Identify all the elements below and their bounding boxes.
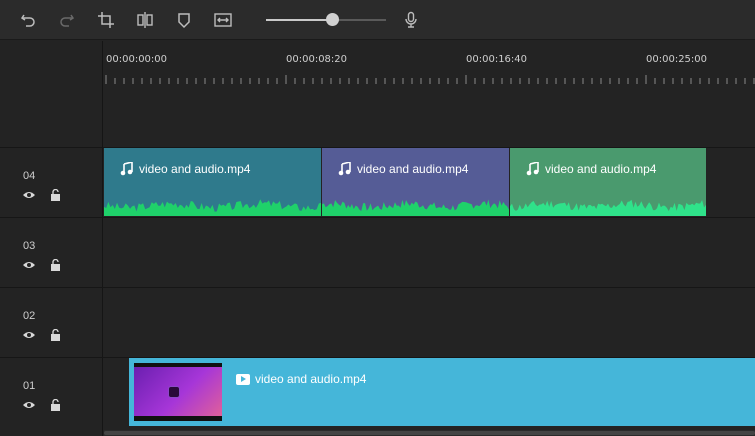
shield-icon — [178, 13, 190, 29]
row-divider — [0, 287, 755, 288]
mark-button[interactable] — [173, 9, 195, 31]
eye-icon[interactable] — [22, 190, 36, 200]
thumbnail-frame — [134, 367, 222, 416]
redo-icon — [60, 14, 75, 27]
zoom-slider-fill — [266, 19, 332, 21]
track-number: 03 — [23, 240, 36, 252]
eye-icon[interactable] — [22, 330, 36, 340]
app-logo-icon — [168, 386, 180, 398]
unlock-icon[interactable] — [50, 259, 61, 271]
clip-title: video and audio.mp4 — [338, 162, 468, 176]
track-header-02[interactable]: 02 — [0, 288, 103, 357]
music-note-icon — [526, 162, 539, 176]
ruler-label: 00:00:25:00 — [646, 54, 708, 65]
zoom-slider[interactable] — [266, 13, 386, 26]
scrollbar-thumb[interactable] — [104, 431, 755, 435]
timeline-ruler[interactable]: 00:00:00:00 00:00:08:20 00:00:16:40 00:0… — [103, 41, 755, 89]
ruler-label: 00:00:00:00 — [106, 54, 168, 65]
redo-button[interactable] — [56, 9, 78, 31]
audio-waveform — [510, 199, 706, 216]
ruler-label: 00:00:16:40 — [466, 54, 528, 65]
audio-clip[interactable]: video and audio.mp4 — [510, 148, 706, 216]
clip-title: video and audio.mp4 — [526, 162, 656, 176]
toolbar — [0, 0, 755, 40]
split-button[interactable] — [134, 9, 156, 31]
split-icon — [137, 12, 153, 28]
track-number: 02 — [23, 310, 36, 322]
unlock-icon[interactable] — [50, 399, 61, 411]
record-voiceover-button[interactable] — [400, 9, 422, 31]
track-header-04[interactable]: 04 — [0, 148, 103, 217]
zoom-slider-thumb[interactable] — [326, 13, 339, 26]
track-header-01[interactable]: 01 — [0, 358, 103, 427]
clip-name: video and audio.mp4 — [545, 162, 657, 176]
clip-title: video and audio.mp4 — [120, 162, 250, 176]
crop-button[interactable] — [95, 9, 117, 31]
undo-icon — [20, 14, 35, 27]
eye-icon[interactable] — [22, 400, 36, 410]
clip-title: video and audio.mp4 — [236, 372, 366, 386]
undo-button[interactable] — [17, 9, 39, 31]
video-clip[interactable]: video and audio.mp4 — [129, 358, 755, 426]
unlock-icon[interactable] — [50, 189, 61, 201]
audio-waveform — [322, 199, 509, 216]
row-divider — [0, 217, 755, 218]
clip-name: video and audio.mp4 — [255, 372, 367, 386]
audio-clip[interactable]: video and audio.mp4 — [322, 148, 509, 216]
ruler-ticks — [105, 75, 755, 84]
audio-clip[interactable]: video and audio.mp4 — [104, 148, 321, 216]
eye-icon[interactable] — [22, 260, 36, 270]
music-note-icon — [120, 162, 133, 176]
audio-waveform — [104, 199, 321, 216]
fit-width-icon — [214, 13, 232, 27]
timeline-scrollbar[interactable] — [104, 430, 755, 436]
track-number: 01 — [23, 380, 36, 392]
track-number: 04 — [23, 170, 36, 182]
microphone-icon — [405, 11, 417, 28]
track-header-03[interactable]: 03 — [0, 218, 103, 287]
ruler-label: 00:00:08:20 — [286, 54, 348, 65]
video-icon — [236, 373, 250, 385]
music-note-icon — [338, 162, 351, 176]
video-thumbnail — [134, 363, 222, 421]
clip-name: video and audio.mp4 — [357, 162, 469, 176]
clip-name: video and audio.mp4 — [139, 162, 251, 176]
fit-width-button[interactable] — [212, 9, 234, 31]
crop-icon — [98, 12, 114, 28]
unlock-icon[interactable] — [50, 329, 61, 341]
